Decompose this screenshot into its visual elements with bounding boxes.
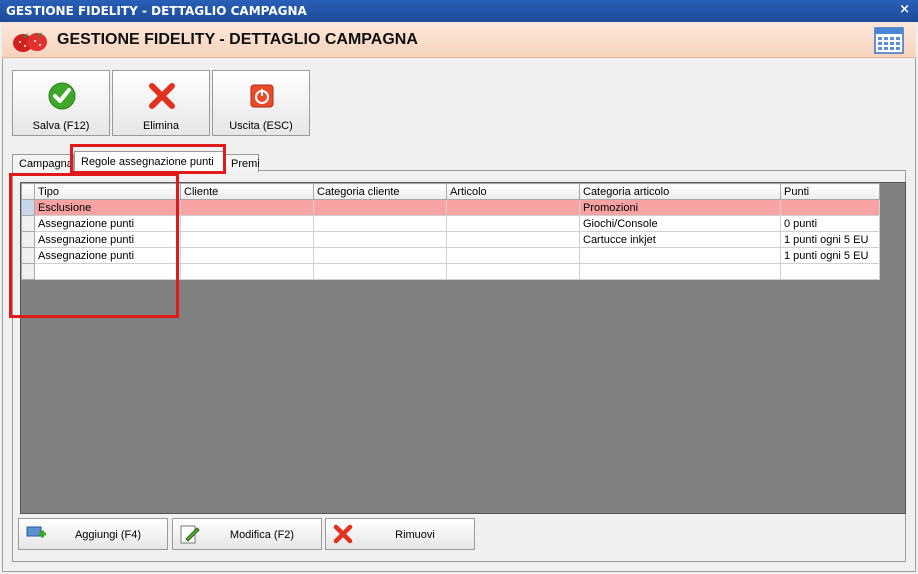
row-indicator-header (21, 183, 35, 200)
cell-categoria-cliente[interactable] (313, 215, 447, 232)
cell-categoria-articolo[interactable] (579, 263, 781, 280)
edit-button[interactable]: Modifica (F2) (172, 518, 322, 550)
cell-categoria-cliente[interactable] (313, 231, 447, 248)
remove-button[interactable]: Rimuovi (325, 518, 475, 550)
cell-cliente[interactable] (180, 231, 314, 248)
row-indicator[interactable] (21, 215, 35, 232)
rules-grid: Tipo Cliente Categoria cliente Articolo … (21, 183, 880, 280)
row-indicator[interactable] (21, 199, 35, 216)
remove-x-icon (333, 524, 353, 544)
save-label: Salva (F12) (32, 120, 90, 132)
cell-categoria-articolo[interactable]: Giochi/Console (579, 215, 781, 232)
delete-button[interactable]: Elimina (112, 70, 210, 136)
check-icon (48, 82, 76, 110)
power-icon (250, 84, 274, 108)
table-row[interactable]: Assegnazione punti 1 punti ogni 5 EU (21, 247, 880, 264)
exit-label: Uscita (ESC) (229, 120, 293, 132)
calendar-icon[interactable] (874, 26, 904, 54)
cell-articolo[interactable] (446, 215, 580, 232)
column-header-punti[interactable]: Punti (780, 183, 880, 200)
cell-cliente[interactable] (180, 247, 314, 264)
close-icon[interactable]: × (899, 2, 910, 17)
cell-articolo[interactable] (446, 263, 580, 280)
cell-punti[interactable]: 1 punti ogni 5 EU (780, 231, 880, 248)
cell-cliente[interactable] (180, 263, 314, 280)
table-row[interactable]: Esclusione Promozioni (21, 199, 880, 216)
cell-categoria-articolo[interactable]: Promozioni (579, 199, 781, 216)
tab-regole-assegnazione-punti[interactable]: Regole assegnazione punti (74, 151, 224, 173)
cell-punti[interactable]: 1 punti ogni 5 EU (780, 247, 880, 264)
cell-articolo[interactable] (446, 199, 580, 216)
grid-header-row: Tipo Cliente Categoria cliente Articolo … (21, 183, 880, 200)
add-icon (26, 526, 46, 538)
cell-articolo[interactable] (446, 247, 580, 264)
column-header-categoria-cliente[interactable]: Categoria cliente (313, 183, 447, 200)
cell-categoria-cliente[interactable] (313, 247, 447, 264)
page-header: GESTIONE FIDELITY - DETTAGLIO CAMPAGNA (2, 22, 916, 58)
add-button[interactable]: Aggiungi (F4) (18, 518, 168, 550)
cell-categoria-cliente[interactable] (313, 199, 447, 216)
cell-categoria-articolo[interactable]: Cartucce inkjet (579, 231, 781, 248)
rules-grid-container: Tipo Cliente Categoria cliente Articolo … (20, 182, 906, 514)
cell-tipo[interactable]: Assegnazione punti (34, 215, 181, 232)
cell-punti[interactable] (780, 199, 880, 216)
edit-label: Modifica (F2) (229, 529, 295, 541)
column-header-categoria-articolo[interactable]: Categoria articolo (579, 183, 781, 200)
tab-premi[interactable]: Premi (224, 154, 260, 172)
strawberry-logo-icon (13, 32, 47, 52)
column-header-cliente[interactable]: Cliente (180, 183, 314, 200)
table-row-new[interactable] (21, 263, 880, 280)
cell-punti[interactable]: 0 punti (780, 215, 880, 232)
tab-campagna-label: Campagna (19, 158, 73, 170)
cell-tipo[interactable]: Assegnazione punti (34, 247, 181, 264)
cell-cliente[interactable] (180, 215, 314, 232)
column-header-tipo[interactable]: Tipo (34, 183, 181, 200)
cell-tipo[interactable]: Esclusione (34, 199, 181, 216)
tab-campagna[interactable]: Campagna (12, 154, 74, 172)
cell-articolo[interactable] (446, 231, 580, 248)
tab-regole-label: Regole assegnazione punti (81, 156, 214, 168)
row-indicator[interactable] (21, 263, 35, 280)
edit-icon (180, 525, 200, 544)
window-title-bar: GESTIONE FIDELITY - DETTAGLIO CAMPAGNA × (0, 0, 918, 22)
save-button[interactable]: Salva (F12) (12, 70, 110, 136)
window-title: GESTIONE FIDELITY - DETTAGLIO CAMPAGNA (6, 4, 307, 18)
remove-label: Rimuovi (395, 529, 435, 541)
cell-punti[interactable] (780, 263, 880, 280)
row-indicator[interactable] (21, 247, 35, 264)
cell-cliente[interactable] (180, 199, 314, 216)
cell-categoria-cliente[interactable] (313, 263, 447, 280)
exit-button[interactable]: Uscita (ESC) (212, 70, 310, 136)
add-label: Aggiungi (F4) (74, 529, 142, 541)
delete-x-icon (149, 83, 175, 109)
tab-premi-label: Premi (231, 158, 260, 170)
row-indicator[interactable] (21, 231, 35, 248)
column-header-articolo[interactable]: Articolo (446, 183, 580, 200)
cell-tipo[interactable]: Assegnazione punti (34, 231, 181, 248)
page-title: GESTIONE FIDELITY - DETTAGLIO CAMPAGNA (57, 31, 418, 48)
cell-categoria-articolo[interactable] (579, 247, 781, 264)
table-row[interactable]: Assegnazione punti Cartucce inkjet 1 pun… (21, 231, 880, 248)
delete-label: Elimina (142, 120, 180, 132)
cell-tipo[interactable] (34, 263, 181, 280)
table-row[interactable]: Assegnazione punti Giochi/Console 0 punt… (21, 215, 880, 232)
